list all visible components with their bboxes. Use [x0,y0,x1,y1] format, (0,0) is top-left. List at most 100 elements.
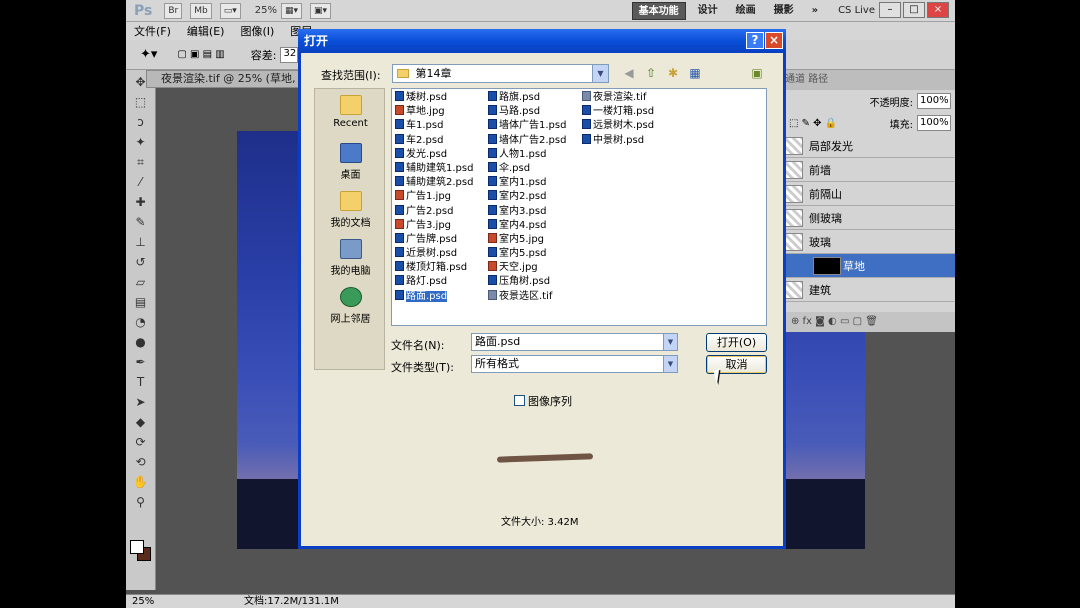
magic-wand-tool-icon[interactable]: ✦ [132,134,150,150]
3d-orbit-icon[interactable]: ⟲ [132,454,150,470]
place-my-computer[interactable]: 我的电脑 [315,233,386,281]
arrange-documents-button[interactable]: ▦▾ [280,2,303,19]
pen-tool-icon[interactable]: ✒ [132,354,150,370]
file-item[interactable]: 草地.jpg [395,105,473,119]
file-item[interactable]: 发光.psd [395,147,473,162]
brush-tool-icon[interactable]: ✎ [132,214,150,230]
screen-mode-button[interactable]: ▣▾ [310,2,332,19]
view-menu-icon[interactable]: ▦ [687,65,703,81]
lock-icons[interactable]: ⬚ ✎ ✥ 🔒 [781,118,837,129]
file-item[interactable]: 中景树.psd [582,133,654,148]
menu-image[interactable]: 图像(I) [232,23,282,39]
crop-tool-icon[interactable]: ⌗ [132,154,150,170]
menu-edit[interactable]: 编辑(E) [179,23,233,39]
blur-tool-icon[interactable]: ◔ [132,314,150,330]
file-item[interactable]: 夜景渲染.tif [582,91,654,105]
file-item[interactable]: 室内4.psd [488,218,566,233]
file-item[interactable]: 室内5.psd [488,247,566,261]
status-zoom[interactable]: 25% [132,595,154,608]
look-in-dropdown[interactable]: 第14章 ▼ [392,64,609,83]
back-icon[interactable]: ◀ [621,65,637,81]
fill-input[interactable]: 100% [917,115,951,131]
file-item[interactable]: 车1.psd [395,119,473,133]
chevron-down-icon[interactable]: ▼ [663,334,677,350]
layer-row[interactable]: 建筑 [781,278,955,302]
workspace-essentials[interactable]: 基本功能 [631,1,686,20]
minimize-button[interactable]: – [879,2,901,18]
file-item[interactable]: 广告3.jpg [395,218,473,233]
workspace-painting[interactable]: 绘画 [730,2,762,20]
place-desktop[interactable]: 桌面 [315,137,386,185]
help-icon[interactable]: ? [746,32,764,49]
file-item[interactable]: 墙体广告1.psd [488,119,566,133]
checkbox-box[interactable] [514,395,525,406]
shape-tool-icon[interactable]: ◆ [132,414,150,430]
file-item[interactable]: 一楼灯箱.psd [582,105,654,119]
foreground-color-swatch[interactable] [130,540,144,554]
file-item[interactable]: 路旗.psd [488,91,566,105]
file-item[interactable]: 马路.psd [488,105,566,119]
file-item[interactable]: 室内5.jpg [488,232,566,247]
place-my-documents[interactable]: 我的文档 [315,185,386,233]
file-item[interactable]: 广告1.jpg [395,190,473,204]
minibridge-button[interactable]: Mb [190,2,212,19]
workspace-photography[interactable]: 摄影 [768,2,800,20]
stamp-tool-icon[interactable]: ⊥ [132,234,150,250]
layer-row[interactable]: 前隔山 [781,182,955,206]
maximize-button[interactable]: □ [903,2,925,18]
eraser-tool-icon[interactable]: ▱ [132,274,150,290]
layer-row[interactable]: 侧玻璃 [781,206,955,230]
layers-panel-footer-icons[interactable]: ⊕ fx ◙ ◐ ▭ ▢ 🗑 [781,312,955,332]
channels-paths-tabs[interactable]: 通道 路径 [781,70,955,90]
chevron-down-icon[interactable]: ▼ [663,356,677,372]
file-item[interactable]: 天空.jpg [488,261,566,275]
file-item[interactable]: 矮树.psd [395,91,473,105]
view-extras-button[interactable]: ▭▾ [219,2,241,19]
file-name-input[interactable]: 路面.psd ▼ [471,333,678,351]
new-folder-icon[interactable]: ✱ [665,65,681,81]
place-network[interactable]: 网上邻居 [315,281,386,329]
bridge-button[interactable]: Br [164,2,183,19]
layer-row[interactable]: 局部发光 [781,134,955,158]
tolerance-input[interactable]: 32 [280,46,299,63]
layer-row[interactable]: 玻璃 [781,230,955,254]
healing-tool-icon[interactable]: ✚ [132,194,150,210]
file-item[interactable]: 压角树.psd [488,275,566,289]
zoom-tool-icon[interactable]: ⚲ [132,494,150,510]
file-item[interactable]: 伞.psd [488,161,566,176]
file-item[interactable]: 人物1.psd [488,147,566,162]
marquee-tool-icon[interactable]: ⬚ [132,94,150,110]
file-item[interactable]: 广告牌.psd [395,232,473,247]
close-icon[interactable]: × [765,32,783,49]
file-item[interactable]: 辅助建筑2.psd [395,176,473,190]
file-item[interactable]: 路面.psd [395,289,473,304]
image-sequence-checkbox[interactable]: 图像序列 [514,393,572,409]
file-item[interactable]: 楼顶灯箱.psd [395,261,473,275]
more-workspaces-button[interactable]: » [806,2,824,20]
open-button[interactable]: 打开(O) [706,333,767,352]
file-item[interactable]: 室内1.psd [488,176,566,190]
zoom-select[interactable]: 25% [255,5,277,16]
file-type-select[interactable]: 所有格式 ▼ [471,355,678,373]
layer-row[interactable]: 前墙 [781,158,955,182]
history-brush-icon[interactable]: ↺ [132,254,150,270]
create-folder-icon[interactable]: ▣ [749,65,765,81]
gradient-tool-icon[interactable]: ▤ [132,294,150,310]
workspace-design[interactable]: 设计 [692,2,724,20]
hand-tool-icon[interactable]: ✋ [132,474,150,490]
selection-mode-icons[interactable]: ▢ ▣ ▤ ▥ [177,49,224,60]
file-item[interactable]: 远景树木.psd [582,119,654,133]
file-item[interactable]: 广告2.psd [395,204,473,219]
up-folder-icon[interactable]: ⇧ [643,65,659,81]
file-item[interactable]: 辅助建筑1.psd [395,161,473,176]
cs-live-button[interactable]: CS Live [838,5,875,16]
file-item[interactable]: 路灯.psd [395,275,473,289]
magic-wand-icon[interactable]: ✦▾ [140,47,157,62]
opacity-input[interactable]: 100% [917,93,951,109]
lasso-tool-icon[interactable]: ↄ [132,114,150,130]
menu-file[interactable]: 文件(F) [126,23,179,39]
file-item[interactable]: 近景树.psd [395,247,473,261]
chevron-down-icon[interactable]: ▼ [592,65,608,82]
file-item[interactable]: 室内3.psd [488,204,566,219]
place-recent[interactable]: Recent [315,89,386,137]
